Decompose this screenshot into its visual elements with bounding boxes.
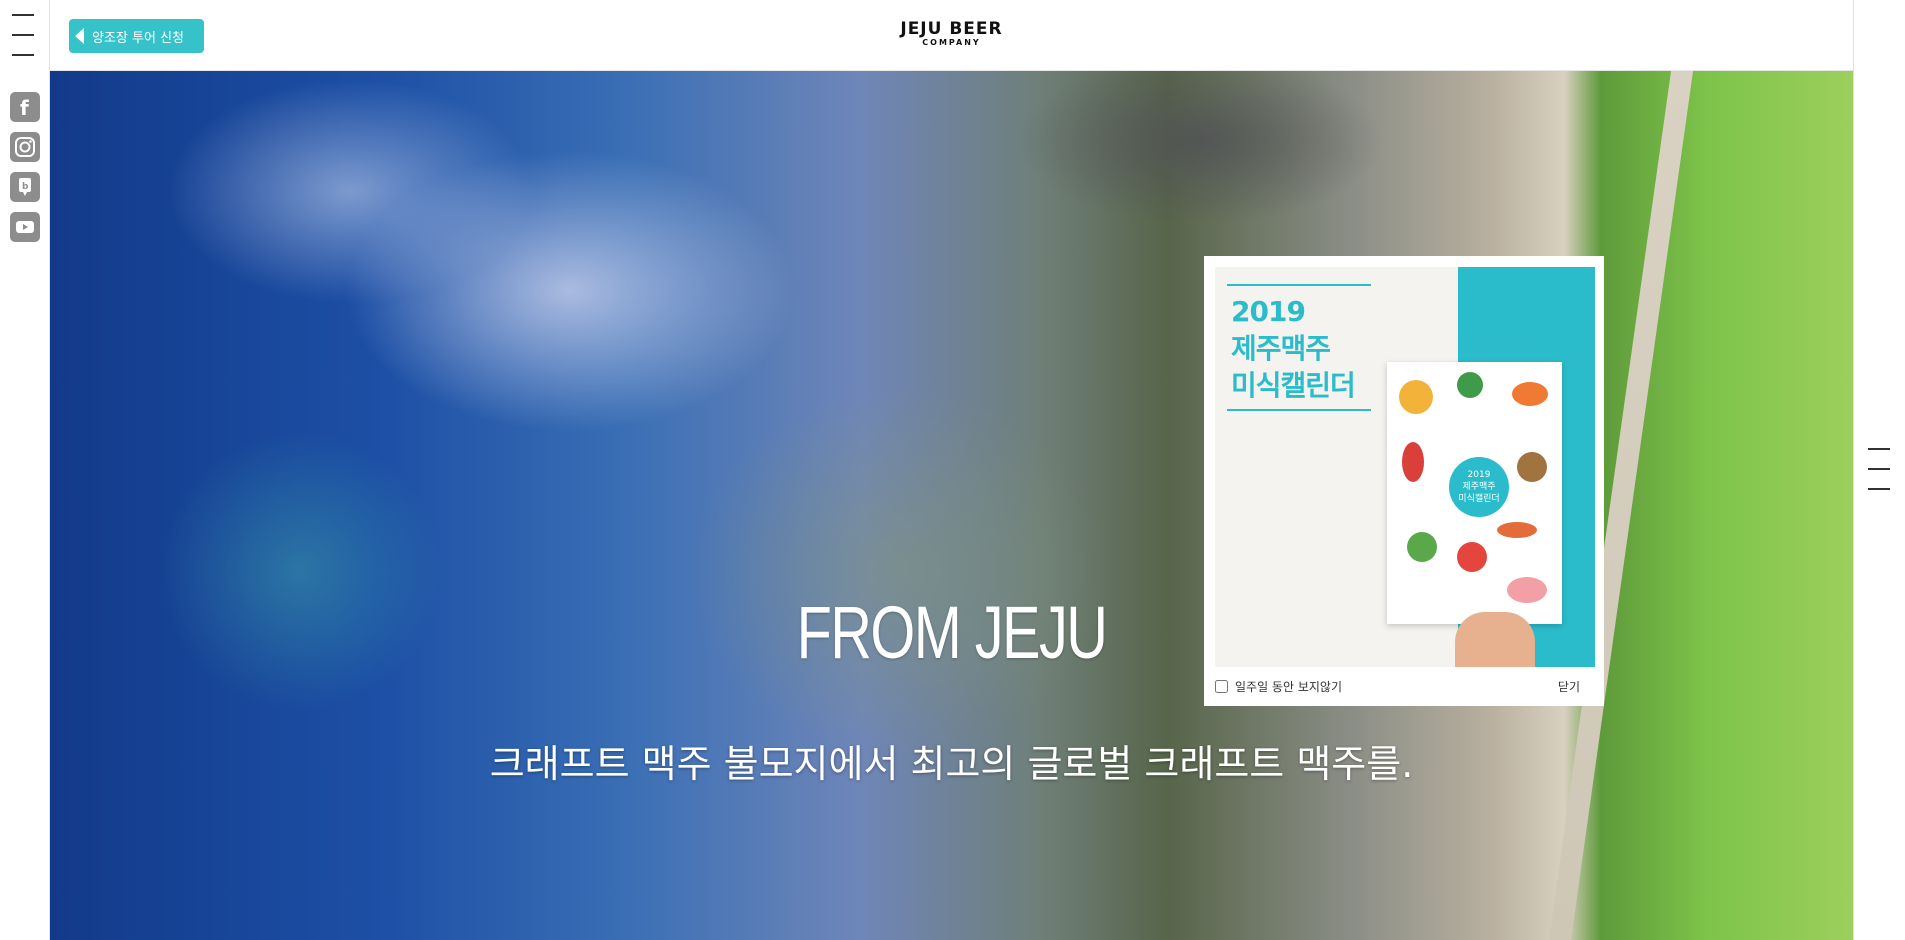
sauce-illustration bbox=[1402, 442, 1424, 482]
dont-show-week-label: 일주일 동안 보지않기 bbox=[1235, 680, 1342, 694]
blog-icon[interactable]: b bbox=[10, 172, 40, 202]
calendar-popup: 2019 제주맥주 미식캘린더 2019 제주맥주 미식캘린더 일주일 동안 보… bbox=[1204, 256, 1604, 706]
calendar-year: 2019 bbox=[1231, 295, 1306, 328]
section-nav-icon[interactable] bbox=[1868, 448, 1890, 490]
hamburger-menu-icon[interactable] bbox=[12, 12, 34, 58]
carrot-illustration bbox=[1512, 382, 1548, 406]
tomato-illustration bbox=[1457, 542, 1487, 572]
dont-show-week-option[interactable]: 일주일 동안 보지않기 bbox=[1215, 678, 1342, 695]
calendar-name: 미식캘린더 bbox=[1231, 369, 1356, 402]
popup-close-button[interactable]: 닫기 bbox=[1558, 678, 1580, 695]
youtube-icon[interactable] bbox=[10, 212, 40, 242]
calendar-brand: 제주맥주 bbox=[1231, 332, 1331, 365]
dont-show-week-checkbox[interactable] bbox=[1215, 680, 1228, 693]
facebook-icon[interactable]: f bbox=[10, 92, 40, 122]
pepper-illustration bbox=[1399, 380, 1433, 414]
hand-illustration bbox=[1455, 612, 1535, 667]
book-name: 미식캘린더 bbox=[1458, 494, 1500, 504]
sausage-illustration bbox=[1497, 522, 1537, 538]
calendar-book-image: 2019 제주맥주 미식캘린더 bbox=[1387, 362, 1562, 624]
arrow-left-icon bbox=[75, 28, 84, 44]
divider bbox=[1227, 284, 1371, 286]
svg-text:f: f bbox=[20, 96, 29, 120]
logo-text-sub: COMPANY bbox=[922, 38, 981, 47]
jeju-beer-logo[interactable]: JEJU BEER COMPANY bbox=[900, 20, 1002, 48]
divider bbox=[1227, 409, 1371, 411]
book-brand: 제주맥주 bbox=[1462, 482, 1496, 492]
instagram-icon[interactable] bbox=[10, 132, 40, 162]
herb-illustration bbox=[1457, 372, 1483, 398]
spoon-illustration bbox=[1517, 452, 1547, 482]
left-sidebar: f b bbox=[0, 0, 50, 940]
popup-banner-image[interactable]: 2019 제주맥주 미식캘린더 2019 제주맥주 미식캘린더 bbox=[1215, 267, 1595, 667]
leaf-illustration bbox=[1407, 532, 1437, 562]
right-sidebar bbox=[1853, 0, 1905, 940]
book-year: 2019 bbox=[1467, 470, 1491, 480]
meat-illustration bbox=[1507, 577, 1547, 603]
brewery-tour-button[interactable]: 양조장 투어 신청 bbox=[69, 19, 204, 53]
logo-text-main: JEJU BEER bbox=[900, 19, 1003, 39]
social-links: f b bbox=[10, 92, 40, 252]
brewery-tour-label: 양조장 투어 신청 bbox=[92, 30, 184, 46]
top-header: 양조장 투어 신청 JEJU BEER COMPANY bbox=[50, 0, 1853, 71]
popup-footer: 일주일 동안 보지않기 닫기 bbox=[1215, 667, 1595, 706]
page: f b 양조장 투어 신청 JEJU BEER COMPANY FROM JEJ… bbox=[0, 0, 1905, 940]
calendar-title: 2019 제주맥주 미식캘린더 bbox=[1231, 293, 1356, 404]
svg-text:b: b bbox=[22, 182, 29, 192]
book-cover-badge: 2019 제주맥주 미식캘린더 bbox=[1449, 457, 1509, 517]
hero-subtitle: 크래프트 맥주 불모지에서 최고의 글로벌 크래프트 맥주를. bbox=[489, 742, 1414, 786]
